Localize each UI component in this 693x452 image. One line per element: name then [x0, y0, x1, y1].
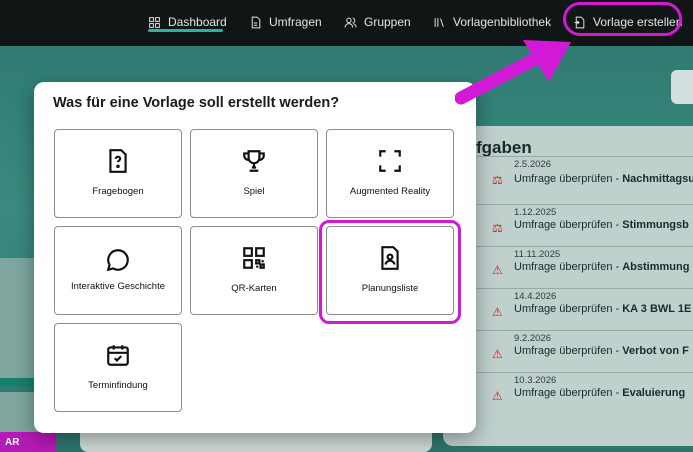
qr-code-icon [243, 246, 265, 269]
nav-umfragen[interactable]: Umfragen [249, 11, 322, 33]
nav-umfragen-label: Umfragen [269, 15, 322, 29]
dashboard-icon [149, 16, 160, 28]
option-spiel[interactable]: Spiel [190, 129, 318, 218]
scale-icon: ⚖ [492, 173, 503, 187]
option-interaktive-geschichte[interactable]: Interaktive Geschichte [54, 226, 182, 315]
task-row[interactable]: 9.2.2026 ⚠ Umfrage überprüfen - Verbot v… [476, 330, 693, 371]
nav-active-indicator [148, 29, 223, 32]
question-document-icon [109, 148, 127, 173]
ar-badge: AR [0, 432, 56, 452]
scale-icon: ⚖ [492, 221, 503, 235]
task-row[interactable]: 2.5.2026 ⚖ Umfrage überprüfen - Nachmitt… [476, 156, 693, 197]
nav-vorlagenbibliothek-label: Vorlagenbibliothek [453, 15, 552, 29]
warning-icon: ⚠ [492, 263, 503, 277]
highlight-planungsliste [319, 220, 461, 324]
option-augmented-reality[interactable]: Augmented Reality [326, 129, 454, 218]
tasks-title: fgaben [476, 138, 532, 157]
library-icon [434, 17, 444, 27]
option-fragebogen[interactable]: Fragebogen [54, 129, 182, 218]
document-icon [251, 16, 261, 28]
dialog-title: Was für eine Vorlage soll erstellt werde… [53, 95, 340, 111]
top-nav-bar: Dashboard Umfragen Gruppen Vorlagenbibli… [0, 0, 693, 46]
task-row[interactable]: 1.12.2025 ⚖ Umfrage überprüfen - Stimmun… [476, 204, 693, 245]
nav-gruppen-label: Gruppen [364, 15, 411, 29]
option-label: Terminfindung [88, 379, 148, 391]
users-icon [344, 17, 357, 27]
nav-dashboard-label: Dashboard [168, 15, 227, 29]
option-terminfindung[interactable]: Terminfindung [54, 323, 182, 412]
nav-gruppen[interactable]: Gruppen [344, 11, 411, 33]
warning-icon: ⚠ [492, 389, 503, 403]
option-label: Fragebogen [92, 185, 144, 197]
task-row[interactable]: 14.4.2026 ⚠ Umfrage überprüfen - KA 3 BW… [476, 288, 693, 329]
arrow-pointer-icon [455, 40, 571, 105]
calendar-check-icon [107, 344, 129, 366]
option-qr-karten[interactable]: QR-Karten [190, 226, 318, 315]
task-row[interactable]: 11.11.2025 ⚠ Umfrage überprüfen - Abstim… [476, 246, 693, 287]
trophy-icon [243, 149, 265, 172]
right-top-button[interactable] [671, 70, 693, 104]
warning-icon: ⚠ [492, 305, 503, 319]
scan-frame-icon [379, 149, 401, 172]
option-label: Spiel [243, 185, 265, 197]
warning-icon: ⚠ [492, 347, 503, 361]
task-row[interactable]: 10.3.2026 ⚠ Umfrage überprüfen - Evaluie… [476, 372, 693, 413]
speech-bubble-icon [106, 248, 129, 271]
option-label: QR-Karten [231, 282, 277, 294]
option-label: Interaktive Geschichte [71, 280, 165, 292]
option-label: Augmented Reality [349, 185, 431, 197]
